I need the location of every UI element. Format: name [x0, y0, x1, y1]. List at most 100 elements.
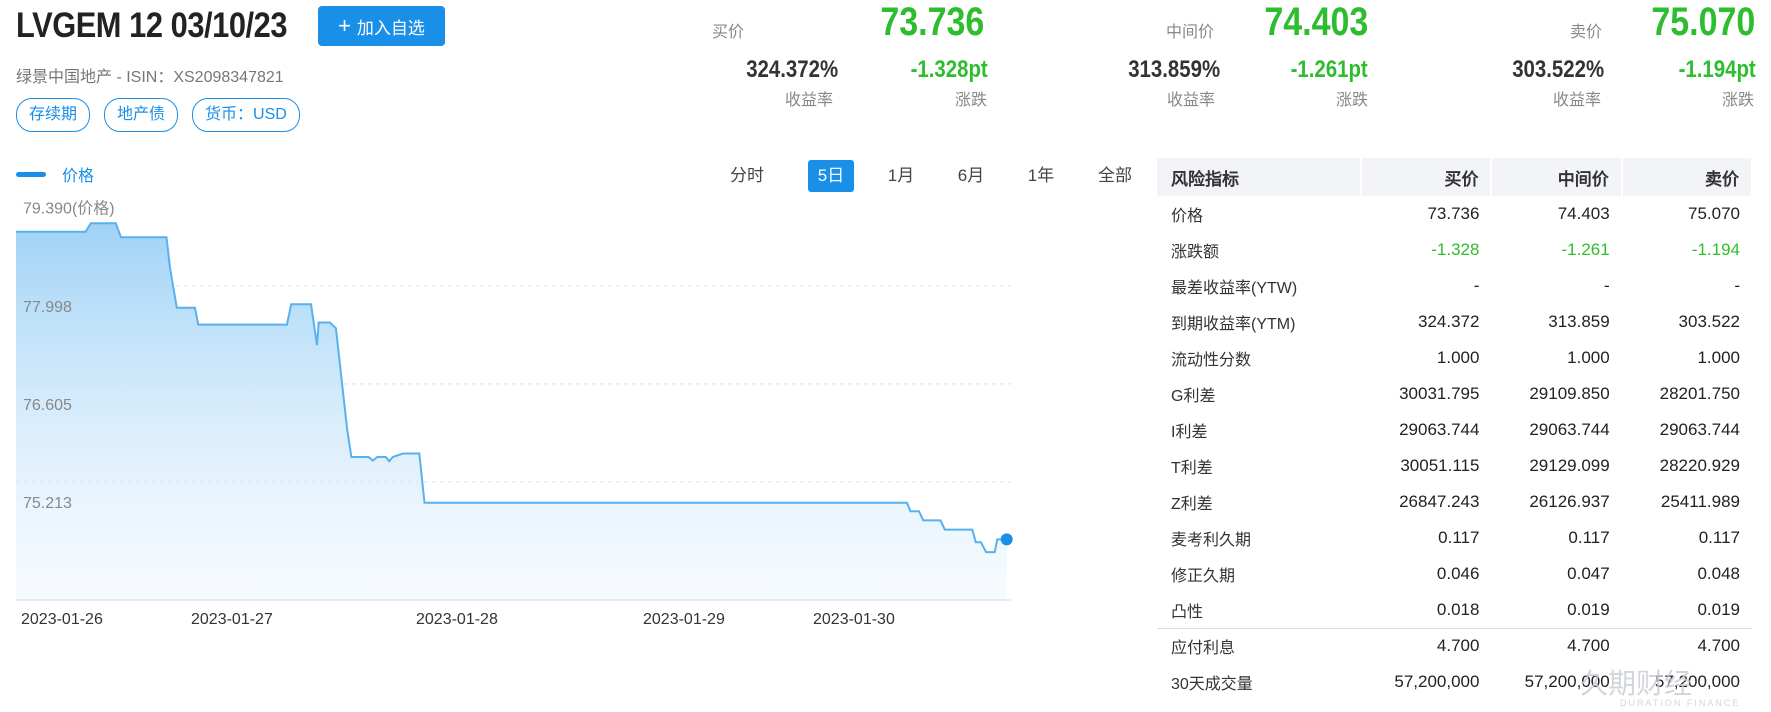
y-tick-label: 79.390(价格) [23, 200, 115, 218]
table-row: 修正久期 0.046 0.047 0.048 [1157, 556, 1752, 592]
quote-bid-label: 买价 [712, 24, 745, 41]
tag-sector[interactable]: 地产债 [104, 98, 179, 132]
quote-bid-price: 73.736 [880, 0, 984, 44]
quote-ask-yield: 303.522% [1512, 56, 1604, 83]
x-tick-label: 2023-01-27 [191, 611, 273, 628]
watermark-text: 久期财经 [1580, 668, 1693, 699]
range-all[interactable]: 全部 [1088, 160, 1142, 192]
add-to-watchlist-button[interactable]: + 加入自选 [318, 6, 445, 46]
tag-currency[interactable]: 货币：USD [192, 98, 300, 132]
mid-value: 26126.937 [1529, 492, 1610, 511]
ask-value: 0.048 [1697, 564, 1740, 583]
metric-name: 涨跌额 [1171, 244, 1220, 261]
quote-bid-change: -1.328pt [910, 56, 988, 83]
range-intraday[interactable]: 分时 [720, 160, 774, 192]
mid-value: 29129.099 [1529, 456, 1610, 475]
issuer-isin: 绿景中国地产 - ISIN：XS2098347821 [16, 69, 284, 86]
header-mid: 中间价 [1491, 158, 1623, 196]
quote-ask-price: 75.070 [1651, 0, 1755, 44]
y-tick-label: 75.213 [23, 495, 72, 512]
bid-value: 57,200,000 [1394, 672, 1480, 691]
last-price-point[interactable] [1000, 533, 1013, 546]
add-to-watchlist-label: 加入自选 [356, 18, 425, 38]
metric-name: 30天成交量 [1171, 676, 1253, 693]
mid-value: 4.700 [1491, 627, 1622, 664]
watermark-sub: DURATION FINANCE [1620, 698, 1741, 708]
quote-ask-yield-label: 收益率 [1553, 92, 1602, 109]
mid-value: 29109.850 [1529, 384, 1610, 403]
mid-value: 1.000 [1567, 348, 1610, 367]
ask-value: 303.522 [1678, 312, 1740, 331]
ask-value: 0.019 [1697, 599, 1740, 619]
metric-name: 应付利息 [1157, 627, 1362, 664]
x-tick-label: 2023-01-26 [21, 611, 103, 628]
metric-name: 到期收益率(YTM) [1171, 316, 1296, 333]
ask-value: 75.070 [1688, 204, 1740, 223]
table-row: 麦考利久期 0.117 0.117 0.117 [1157, 520, 1752, 556]
ask-value: 25411.989 [1660, 492, 1740, 511]
quote-mid-yield: 313.859% [1128, 56, 1220, 83]
mid-value: 0.117 [1568, 528, 1610, 547]
ask-value: 0.117 [1698, 528, 1740, 547]
table-row: 涨跌额 -1.328 -1.261 -1.194 [1157, 232, 1752, 268]
metric-name: 价格 [1171, 208, 1204, 225]
bid-value: 30031.795 [1399, 384, 1480, 403]
mid-value: -1.261 [1561, 240, 1610, 259]
x-tick-label: 2023-01-28 [416, 611, 498, 628]
quote-bid-change-label: 涨跌 [955, 92, 988, 109]
chart-legend: 价格 [16, 162, 94, 186]
range-6m[interactable]: 6月 [948, 160, 994, 192]
quote-bid-yield-label: 收益率 [785, 92, 834, 109]
ask-value: 28201.750 [1659, 384, 1740, 403]
legend-label: 价格 [62, 168, 95, 185]
price-chart[interactable]: 79.390(价格) 77.998 76.605 75.213 2023-01-26 2… [16, 200, 1142, 712]
metric-name: 麦考利久期 [1171, 532, 1252, 549]
bid-value: 0.117 [1438, 528, 1480, 547]
range-1m[interactable]: 1月 [878, 160, 924, 192]
table-row: 流动性分数 1.000 1.000 1.000 [1157, 340, 1752, 376]
bid-value: 0.018 [1436, 599, 1480, 619]
ask-value: 4.700 [1621, 627, 1752, 664]
watermark-logo: 久期财经 DURATION FINANCE [1580, 662, 1740, 708]
bid-value: 0.046 [1436, 564, 1480, 583]
risk-table: 风险指标 买价 中间价 卖价 价格 73.736 74.403 75.070 涨跌额 -1… [1157, 158, 1754, 700]
quote-mid-label: 中间价 [1166, 24, 1215, 41]
risk-table-header: 风险指标 买价 中间价 卖价 [1157, 158, 1754, 196]
quote-mid-change: -1.261pt [1290, 56, 1368, 83]
bid-value: - [1473, 276, 1480, 295]
bid-value: 1.000 [1436, 348, 1480, 367]
range-selector: 分时 5日 1月 6月 1年 全部 [720, 160, 1140, 192]
bond-title: LVGEM 12 03/10/23 [16, 6, 288, 45]
table-row: 应付利息 4.700 4.700 4.700 [1157, 627, 1752, 664]
bid-value: 26847.243 [1399, 492, 1480, 511]
tag-status[interactable]: 存续期 [16, 98, 91, 132]
mid-value: - [1604, 276, 1610, 295]
bid-value: 4.700 [1361, 627, 1492, 664]
quote-mid-price: 74.403 [1264, 0, 1368, 44]
quote-mid-yield-label: 收益率 [1167, 92, 1216, 109]
mid-value: 74.403 [1557, 204, 1610, 223]
ask-value: -1.194 [1691, 240, 1740, 259]
table-row: 凸性 0.018 0.019 0.019 [1157, 592, 1752, 628]
ask-value: 1.000 [1697, 348, 1740, 367]
range-5d[interactable]: 5日 [808, 160, 854, 192]
bid-value: 29063.744 [1399, 420, 1480, 439]
metric-name: T利差 [1171, 460, 1213, 477]
bid-value: 30051.115 [1400, 456, 1480, 475]
ask-value: - [1734, 276, 1740, 295]
table-row: 到期收益率(YTM) 324.372 313.859 303.522 [1157, 304, 1752, 340]
x-tick-label: 2023-01-29 [643, 611, 725, 628]
table-row: I利差 29063.744 29063.744 29063.744 [1157, 412, 1752, 448]
quote-ask-change: -1.194pt [1678, 56, 1756, 83]
table-row: T利差 30051.115 29129.099 28220.929 [1157, 448, 1752, 484]
metric-name: G利差 [1171, 388, 1216, 405]
range-1y[interactable]: 1年 [1018, 160, 1064, 192]
metric-name: 修正久期 [1171, 568, 1236, 585]
table-row: G利差 30031.795 29109.850 28201.750 [1157, 376, 1752, 412]
metric-name: 凸性 [1171, 603, 1204, 621]
header-metric: 风险指标 [1157, 158, 1363, 196]
mid-value: 0.019 [1567, 599, 1610, 619]
metric-name: 流动性分数 [1171, 352, 1252, 369]
metric-name: 最差收益率(YTW) [1171, 280, 1298, 297]
quote-ask-label: 卖价 [1570, 24, 1603, 41]
